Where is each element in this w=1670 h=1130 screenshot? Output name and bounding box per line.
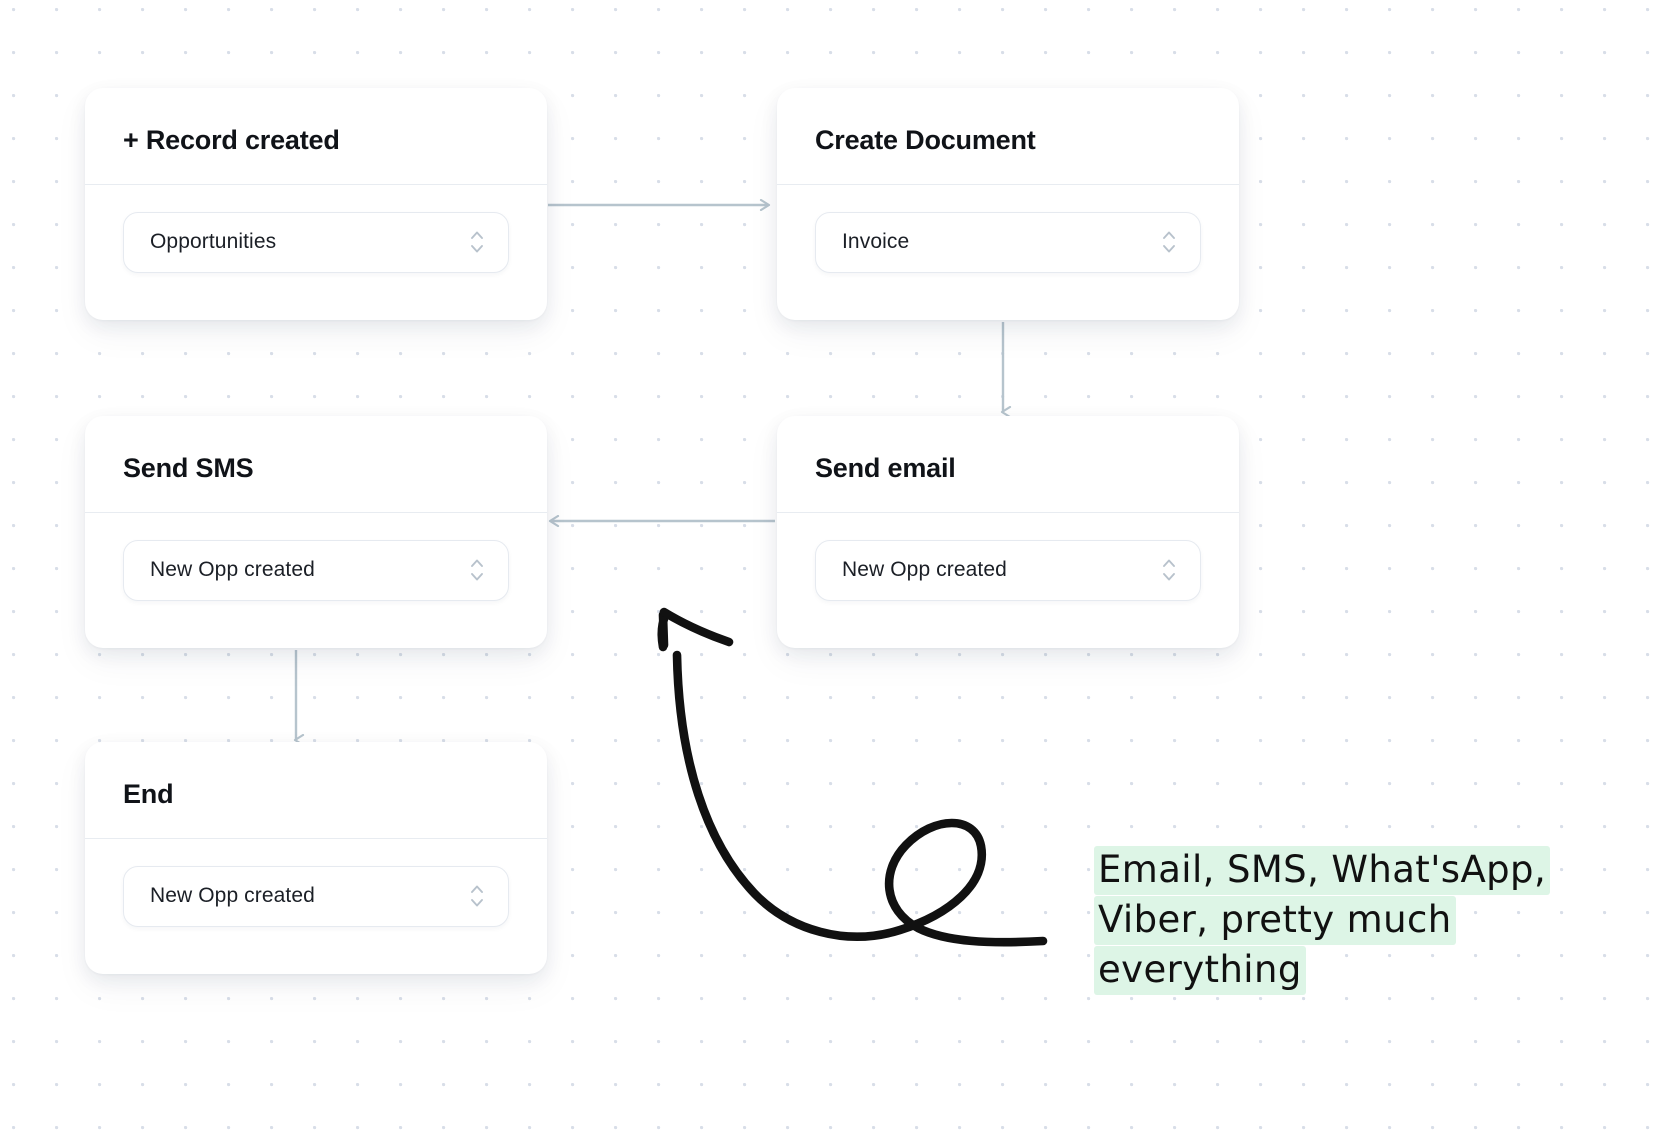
select-value: Invoice	[842, 230, 910, 254]
workflow-canvas: + Record created Opportunities Create Do…	[0, 0, 1670, 1130]
node-body: New Opp created	[85, 839, 547, 927]
chevron-up-down-icon[interactable]	[1160, 225, 1178, 259]
create-document-select[interactable]: Invoice	[815, 211, 1201, 273]
workflow-node-send-email[interactable]: Send email New Opp created	[777, 416, 1239, 648]
node-title: Send email	[815, 453, 956, 483]
end-select[interactable]: New Opp created	[123, 865, 509, 927]
annotation-note: Email, SMS, What'sApp, Viber, pretty muc…	[1094, 845, 1554, 995]
workflow-node-send-sms[interactable]: Send SMS New Opp created	[85, 416, 547, 648]
annotation-line: everything	[1094, 945, 1554, 995]
node-title: + Record created	[123, 125, 340, 155]
chevron-up-down-icon[interactable]	[468, 879, 486, 913]
annotation-line-text: Viber, pretty much	[1094, 896, 1456, 945]
workflow-node-record-created[interactable]: + Record created Opportunities	[85, 88, 547, 320]
node-body: New Opp created	[85, 513, 547, 601]
annotation-line-text: everything	[1094, 946, 1306, 995]
annotation-line: Email, SMS, What'sApp,	[1094, 845, 1554, 895]
select-value: New Opp created	[842, 558, 1007, 582]
node-title: End	[123, 779, 174, 809]
select-value: Opportunities	[150, 230, 277, 254]
annotation-line-text: Email, SMS, What'sApp,	[1094, 846, 1551, 895]
workflow-node-end[interactable]: End New Opp created	[85, 742, 547, 974]
record-created-select[interactable]: Opportunities	[123, 211, 509, 273]
node-body: Opportunities	[85, 185, 547, 273]
send-sms-select[interactable]: New Opp created	[123, 539, 509, 601]
chevron-up-down-icon[interactable]	[1160, 553, 1178, 587]
chevron-up-down-icon[interactable]	[468, 553, 486, 587]
node-title: Send SMS	[123, 453, 254, 483]
node-title: Create Document	[815, 125, 1036, 155]
node-body: New Opp created	[777, 513, 1239, 601]
select-value: New Opp created	[150, 884, 315, 908]
select-value: New Opp created	[150, 558, 315, 582]
node-body: Invoice	[777, 185, 1239, 273]
send-email-select[interactable]: New Opp created	[815, 539, 1201, 601]
workflow-node-create-document[interactable]: Create Document Invoice	[777, 88, 1239, 320]
chevron-up-down-icon[interactable]	[468, 225, 486, 259]
annotation-line: Viber, pretty much	[1094, 895, 1554, 945]
